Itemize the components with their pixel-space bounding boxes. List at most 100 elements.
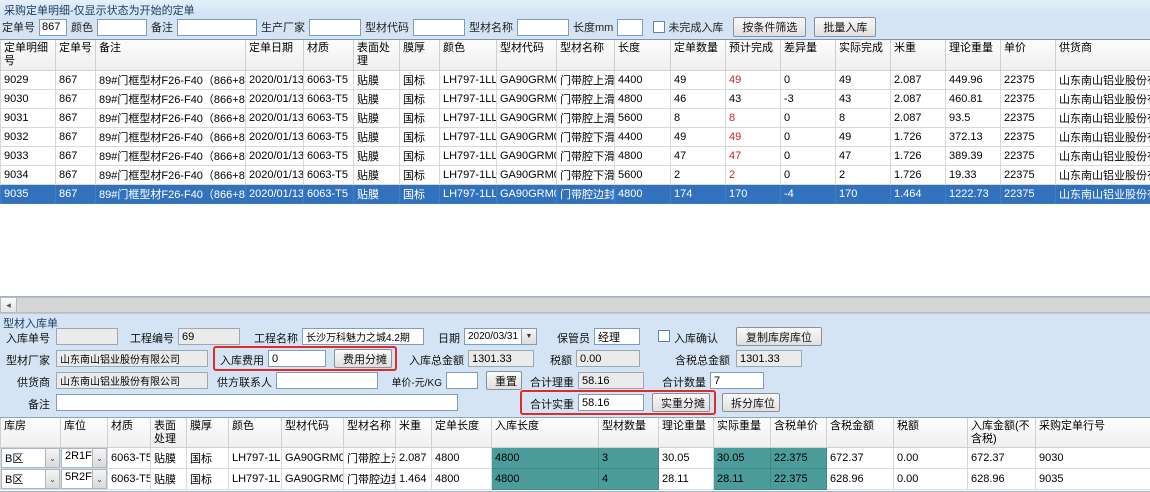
order-cell: 9029 <box>1 70 56 89</box>
warehouse-select[interactable]: B区⌄ <box>1 448 61 469</box>
tax-input[interactable] <box>576 350 640 367</box>
order-cell: 贴膜 <box>354 108 400 127</box>
reset-button[interactable]: 重置 <box>486 371 522 390</box>
column-header: 理论重量 <box>946 40 1001 70</box>
order-row[interactable]: 903586789#门框型材F26-F40（866+867）2020/01/13… <box>1 184 1150 203</box>
column-header: 实际完成 <box>836 40 891 70</box>
fee-share-button[interactable]: 费用分摊 <box>334 349 392 368</box>
column-header: 米重 <box>396 418 432 448</box>
supplier-input[interactable] <box>56 372 208 389</box>
total-qty-input[interactable] <box>710 372 764 389</box>
tax-total-input[interactable] <box>736 350 802 367</box>
order-row[interactable]: 903086789#门框型材F26-F40（866+867）2020/01/13… <box>1 89 1150 108</box>
chevron-down-icon[interactable]: ⌄ <box>45 449 59 467</box>
copy-warehouse-button[interactable]: 复制库房库位 <box>736 327 822 346</box>
order-cell: 1.464 <box>891 184 946 203</box>
warehouse-select[interactable]: B区⌄ <box>1 469 61 490</box>
unfinished-checkbox[interactable] <box>653 21 665 33</box>
order-cell: 43 <box>836 89 891 108</box>
theory-weight-input[interactable] <box>578 372 644 389</box>
scroll-left-arrow-icon[interactable]: ◂ <box>0 297 17 313</box>
receipt-row[interactable]: B区⌄5R2F⌄6063-T5贴膜国标LH797-1LL0GA90GRM05门带… <box>1 469 1150 490</box>
order-no-input[interactable] <box>39 19 67 36</box>
order-cell: 0 <box>781 146 836 165</box>
receipt-cell: 4800 <box>492 469 599 490</box>
total-amount-input[interactable] <box>468 350 534 367</box>
order-cell: 1.726 <box>891 127 946 146</box>
batch-receipt-button[interactable]: 批量入库 <box>814 17 876 37</box>
split-location-button[interactable]: 拆分库位 <box>722 393 780 412</box>
order-cell: 1.726 <box>891 165 946 184</box>
order-row[interactable]: 903386789#门框型材F26-F40（866+867）2020/01/13… <box>1 146 1150 165</box>
scrollbar-thumb[interactable] <box>17 297 1150 313</box>
order-cell: 山东南山铝业股份有限公司 <box>1056 127 1150 146</box>
order-cell: 460.81 <box>946 89 1001 108</box>
date-input[interactable] <box>464 328 522 345</box>
receipt-confirm-label: 入库确认 <box>674 328 728 346</box>
keeper-input[interactable] <box>594 328 640 345</box>
weight-share-button[interactable]: 实重分摊 <box>652 393 710 412</box>
order-row[interactable]: 903286789#门框型材F26-F40（866+867）2020/01/13… <box>1 127 1150 146</box>
order-cell: 国标 <box>400 70 440 89</box>
column-header: 型材名称 <box>557 40 615 70</box>
order-cell: 6063-T5 <box>304 146 354 165</box>
project-no-input[interactable] <box>178 328 240 345</box>
receipt-no-input[interactable] <box>56 328 118 345</box>
location-select[interactable]: 5R2F⌄ <box>61 469 108 490</box>
unfinished-checkbox-label: 未完成入库 <box>668 19 723 35</box>
date-dropdown-button[interactable]: ▼ <box>522 328 537 345</box>
factory-input[interactable] <box>56 350 208 367</box>
unit-price-input[interactable] <box>446 372 478 389</box>
horizontal-scrollbar[interactable]: ◂ <box>0 297 1150 314</box>
chevron-down-icon[interactable]: ⌄ <box>92 470 106 488</box>
chevron-down-icon[interactable]: ⌄ <box>92 449 106 467</box>
receipt-cell: LH797-1LL0 <box>229 469 282 490</box>
color-input[interactable] <box>97 19 147 36</box>
fee-input[interactable] <box>268 350 326 367</box>
order-cell: 49 <box>836 70 891 89</box>
project-name-input[interactable] <box>302 328 424 345</box>
column-header: 型材名称 <box>344 418 396 448</box>
receipt-confirm-checkbox[interactable] <box>658 330 670 342</box>
order-row[interactable]: 903486789#门框型材F26-F40（866+867）2020/01/13… <box>1 165 1150 184</box>
remark-input[interactable] <box>177 19 257 36</box>
note-input[interactable] <box>56 394 458 411</box>
order-cell: 89#门框型材F26-F40（866+867） <box>96 184 246 203</box>
contact-input[interactable] <box>276 372 378 389</box>
order-cell: 6063-T5 <box>304 70 354 89</box>
column-header: 含税金额 <box>827 418 894 448</box>
order-cell: 国标 <box>400 127 440 146</box>
order-cell: 46 <box>671 89 726 108</box>
column-header: 颜色 <box>440 40 497 70</box>
column-header: 差异量 <box>781 40 836 70</box>
receipt-cell: 国标 <box>187 448 229 469</box>
actual-weight-input[interactable] <box>578 394 644 411</box>
order-cell: 867 <box>56 89 96 108</box>
receipt-row[interactable]: B区⌄2R1F⌄6063-T5贴膜国标LH797-1LL0GA90GRM03门带… <box>1 448 1150 469</box>
receipt-cell: GA90GRM05 <box>282 469 344 490</box>
order-cell: 19.33 <box>946 165 1001 184</box>
app-window: 采购定单明细-仅显示状态为开始的定单 定单号 颜色 备注 生产厂家 型材代码 型… <box>0 0 1150 492</box>
filter-by-condition-button[interactable]: 按条件筛选 <box>733 17 806 37</box>
profile-code-input[interactable] <box>413 19 465 36</box>
column-header: 备注 <box>96 40 246 70</box>
length-input[interactable] <box>617 19 643 36</box>
order-cell: LH797-1LL0 <box>440 146 497 165</box>
order-cell: 22375 <box>1001 89 1056 108</box>
filter-label-profile-name: 型材名称 <box>469 19 513 35</box>
receipt-cell: 门带腔上滑 <box>344 448 396 469</box>
manufacturer-input[interactable] <box>309 19 361 36</box>
order-row[interactable]: 902986789#门框型材F26-F40（866+867）2020/01/13… <box>1 70 1150 89</box>
order-cell: 93.5 <box>946 108 1001 127</box>
chevron-down-icon[interactable]: ⌄ <box>45 470 59 488</box>
receipt-cell: 30.05 <box>714 448 771 469</box>
order-cell: 372.13 <box>946 127 1001 146</box>
order-cell: 6063-T5 <box>304 127 354 146</box>
location-select[interactable]: 2R1F⌄ <box>61 448 108 469</box>
order-row[interactable]: 903186789#门框型材F26-F40（866+867）2020/01/13… <box>1 108 1150 127</box>
order-cell: 49 <box>671 70 726 89</box>
order-cell: 贴膜 <box>354 70 400 89</box>
profile-name-input[interactable] <box>517 19 569 36</box>
order-cell: 贴膜 <box>354 184 400 203</box>
order-cell: 门带腔下滑 <box>557 146 615 165</box>
